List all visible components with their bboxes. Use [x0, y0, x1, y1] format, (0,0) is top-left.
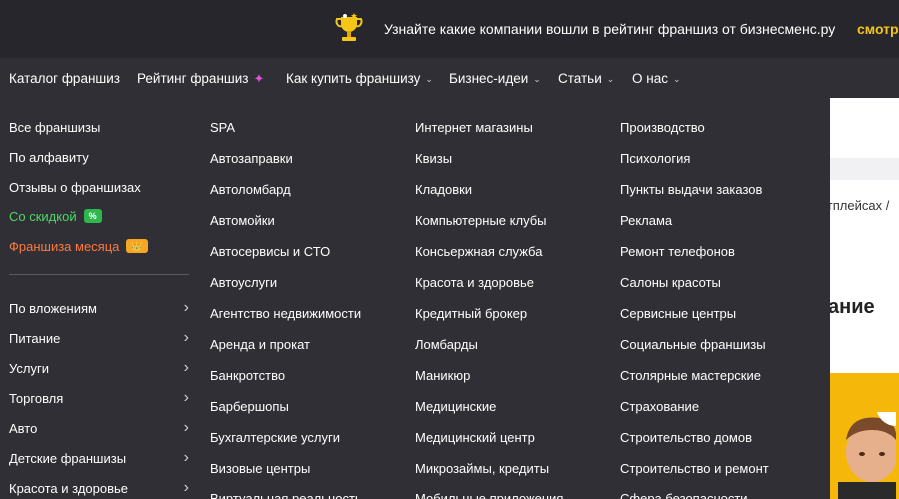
trophy-icon [335, 13, 363, 41]
chevron-down-icon: ⌄ [672, 74, 681, 84]
main-nav: Каталог франшиз Рейтинг франшиз ✦ Как куп… [0, 58, 899, 98]
menu-link[interactable]: Барбершопы [210, 399, 289, 414]
category-kids[interactable]: Детские франшизы › [9, 449, 189, 469]
menu-link[interactable]: Компьютерные клубы [415, 213, 547, 228]
menu-link[interactable]: Страхование [620, 399, 699, 414]
menu-link[interactable]: Виртуальная реальность [210, 491, 362, 499]
nav-about-label: О нас [632, 71, 668, 86]
menu-link[interactable]: Красота и здоровье [415, 275, 534, 290]
menu-link[interactable]: Строительство домов [620, 430, 752, 445]
page-heading: ание [828, 296, 875, 318]
chevron-right-icon: › [183, 389, 189, 406]
nav-ideas[interactable]: Бизнес-идеи ⌄ [449, 71, 541, 86]
link-all-franchises[interactable]: Все франшизы [9, 120, 100, 135]
crown-icon: 👑 [126, 239, 148, 253]
menu-link[interactable]: Маникюр [415, 368, 470, 383]
nav-catalog-label: Каталог франшиз [9, 71, 120, 86]
category-investment[interactable]: По вложениям › [9, 299, 189, 319]
nav-articles-label: Статьи [558, 71, 602, 86]
link-franchise-of-month[interactable]: Франшиза месяца 👑 [9, 239, 148, 254]
category-label: По вложениям [9, 301, 97, 316]
menu-link[interactable]: Сфера безопасности [620, 491, 748, 499]
link-reviews[interactable]: Отзывы о франшизах [9, 180, 141, 195]
menu-link[interactable]: Производство [620, 120, 705, 135]
nav-rating[interactable]: Рейтинг франшиз ✦ [137, 71, 264, 87]
menu-link[interactable]: Квизы [415, 151, 452, 166]
menu-link[interactable]: Автоломбард [210, 182, 291, 197]
category-beauty[interactable]: Красота и здоровье › [9, 479, 189, 499]
menu-link[interactable]: Ремонт телефонов [620, 244, 735, 259]
menu-link[interactable]: Автомойки [210, 213, 275, 228]
category-label: Детские франшизы [9, 451, 127, 466]
menu-link[interactable]: Строительство и ремонт [620, 461, 769, 476]
category-label: Авто [9, 421, 38, 436]
menu-link[interactable]: Пункты выдачи заказов [620, 182, 762, 197]
menu-link[interactable]: Кладовки [415, 182, 472, 197]
promo-text: Узнайте какие компании вошли в рейтинг ф… [384, 21, 836, 37]
nav-how-to-buy-label: Как купить франшизу [286, 71, 421, 86]
menu-link[interactable]: Сервисные центры [620, 306, 736, 321]
menu-link[interactable]: Медицинские [415, 399, 496, 414]
category-food[interactable]: Питание › [9, 329, 189, 349]
menu-link[interactable]: Столярные мастерские [620, 368, 761, 383]
menu-link[interactable]: Банкротство [210, 368, 285, 383]
category-label: Красота и здоровье [9, 481, 129, 496]
nav-ideas-label: Бизнес-идеи [449, 71, 529, 86]
chevron-right-icon: › [183, 359, 189, 376]
menu-link[interactable]: Консьержная служба [415, 244, 542, 259]
menu-link[interactable]: Медицинский центр [415, 430, 535, 445]
menu-link[interactable]: Мобильные приложения [415, 491, 563, 499]
category-label: Торговля [9, 391, 64, 406]
link-month-label: Франшиза месяца [9, 239, 120, 254]
menu-link[interactable]: Социальные франшизы [620, 337, 766, 352]
link-discount-label: Со скидкой [9, 209, 77, 224]
link-alphabet[interactable]: По алфавиту [9, 150, 89, 165]
category-trade[interactable]: Торговля › [9, 389, 189, 409]
sparkle-icon: ✦ [253, 71, 265, 86]
link-discount[interactable]: Со скидкой% [9, 209, 102, 224]
category-label: Питание [9, 331, 61, 346]
chevron-right-icon: › [183, 329, 189, 346]
person-photo [838, 412, 896, 499]
menu-link[interactable]: Автоуслуги [210, 275, 277, 290]
menu-link[interactable]: Бухгалтерские услуги [210, 430, 340, 445]
menu-divider [9, 274, 189, 275]
nav-articles[interactable]: Статьи ⌄ [558, 71, 614, 86]
menu-link[interactable]: Салоны красоты [620, 275, 721, 290]
menu-link[interactable]: Психология [620, 151, 690, 166]
nav-how-to-buy[interactable]: Как купить франшизу ⌄ [286, 71, 433, 86]
catalog-mega-menu: Все франшизы По алфавиту Отзывы о франши… [0, 98, 830, 499]
chevron-down-icon: ⌄ [533, 74, 541, 84]
category-label: Услуги [9, 361, 49, 376]
category-services[interactable]: Услуги › [9, 359, 189, 379]
menu-link[interactable]: Реклама [620, 213, 672, 228]
chevron-right-icon: › [183, 419, 189, 436]
menu-link[interactable]: Кредитный брокер [415, 306, 527, 321]
menu-link[interactable]: Автосервисы и СТО [210, 244, 330, 259]
nav-rating-label: Рейтинг франшиз [137, 71, 249, 86]
menu-link[interactable]: Аренда и прокат [210, 337, 310, 352]
chevron-right-icon: › [183, 299, 189, 316]
chevron-down-icon: ⌄ [425, 74, 433, 84]
promo-banner: Узнайте какие компании вошли в рейтинг ф… [0, 0, 899, 58]
nav-about[interactable]: О нас ⌄ [632, 71, 681, 86]
category-auto[interactable]: Авто › [9, 419, 189, 439]
menu-link[interactable]: Автозаправки [210, 151, 293, 166]
chevron-right-icon: › [183, 479, 189, 496]
percent-icon: % [83, 209, 102, 223]
chevron-right-icon: › [183, 449, 189, 466]
menu-link[interactable]: Ломбарды [415, 337, 478, 352]
menu-link[interactable]: SPA [210, 120, 235, 135]
nav-catalog[interactable]: Каталог франшиз [9, 71, 120, 86]
menu-link[interactable]: Микрозаймы, кредиты [415, 461, 549, 476]
promo-link[interactable]: смотреть [857, 21, 899, 37]
menu-link[interactable]: Визовые центры [210, 461, 310, 476]
page-band [830, 158, 899, 180]
breadcrumb: етплейсах / [820, 198, 890, 213]
menu-link[interactable]: Агентство недвижимости [210, 306, 361, 321]
menu-link[interactable]: Интернет магазины [415, 120, 533, 135]
chevron-down-icon: ⌄ [606, 74, 615, 84]
